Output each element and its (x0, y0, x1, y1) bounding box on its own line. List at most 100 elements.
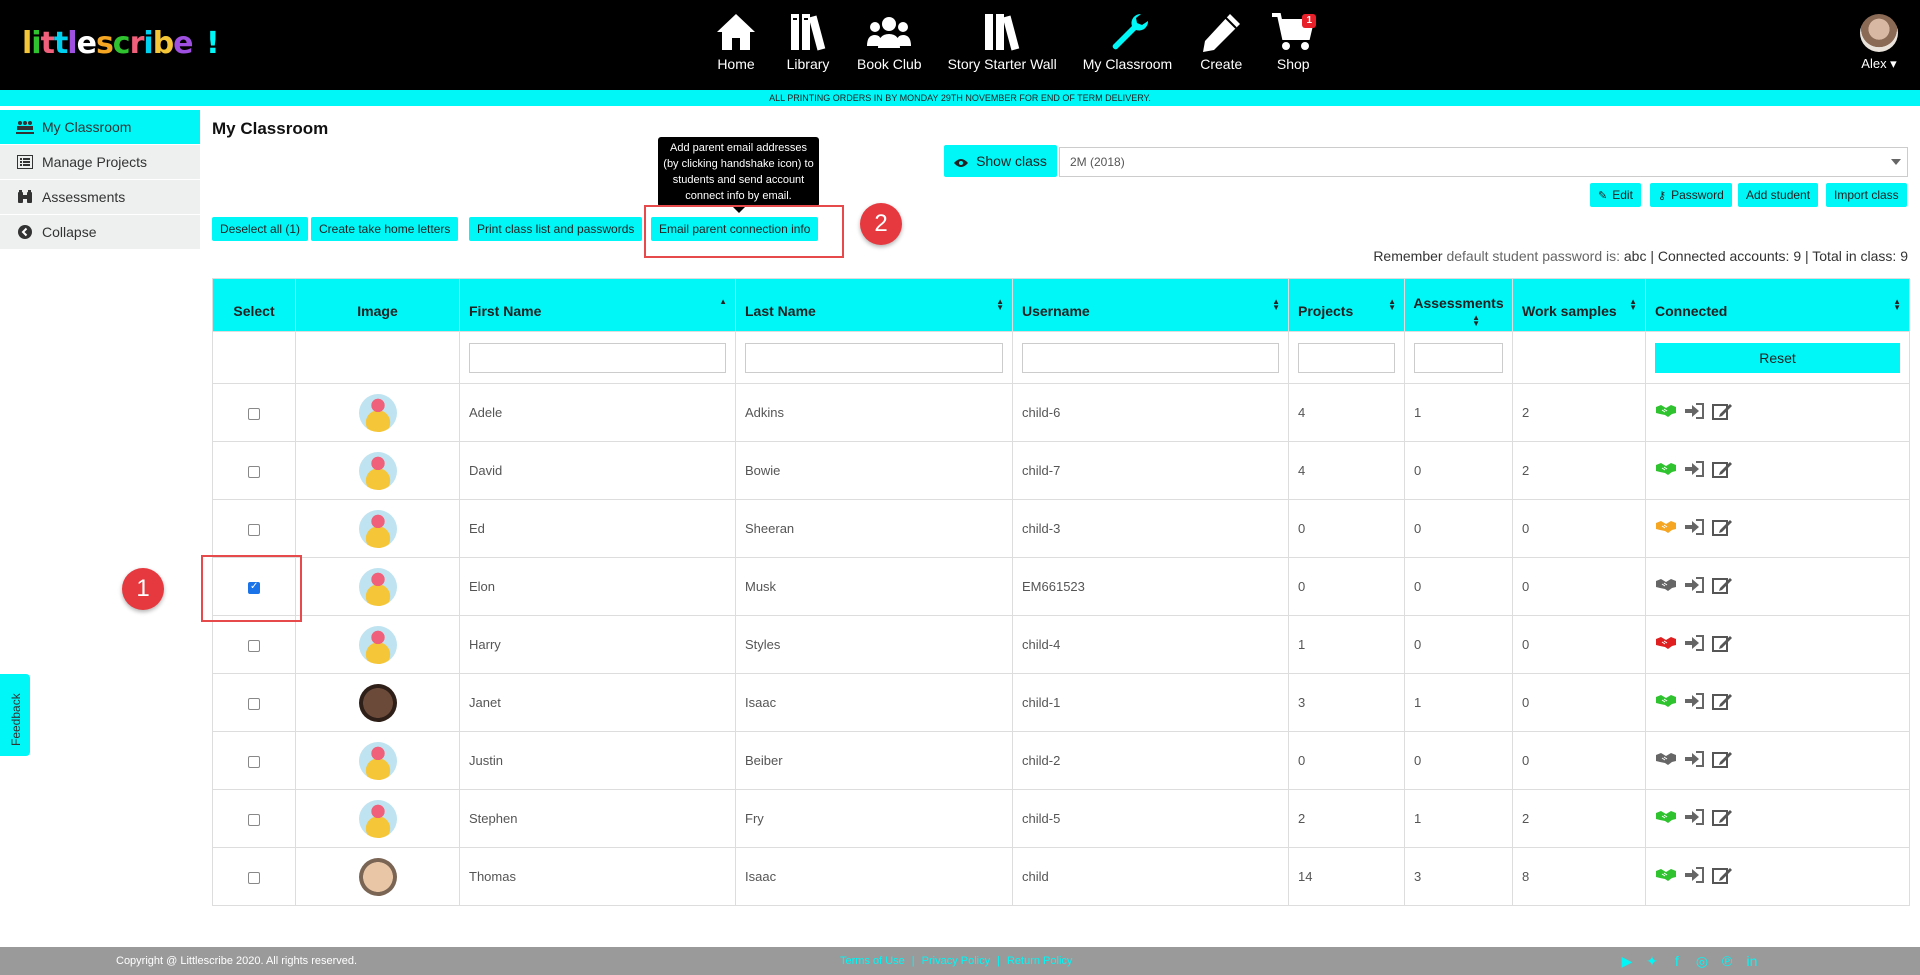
feedback-tab[interactable]: Feedback (0, 674, 30, 756)
select-cell (212, 383, 296, 442)
header-first-name[interactable]: First Name ▲ (459, 278, 736, 332)
sidebar-item-collapse[interactable]: Collapse (0, 215, 200, 250)
edit-icon[interactable] (1711, 750, 1733, 768)
projects-filter-input[interactable] (1298, 342, 1395, 373)
handshake-icon[interactable] (1655, 866, 1677, 884)
sidebar-item-my-classroom[interactable]: My Classroom (0, 110, 200, 145)
print-class-list-button[interactable]: Print class list and passwords (469, 217, 643, 241)
first-name-cell: David (459, 441, 736, 500)
edit-icon[interactable] (1711, 808, 1733, 826)
sign-in-icon[interactable] (1683, 866, 1705, 884)
assessments-cell: 0 (1404, 441, 1513, 500)
nav-my-classroom[interactable]: My Classroom (1083, 10, 1172, 72)
create-take-home-letters-button[interactable]: Create take home letters (311, 217, 459, 241)
littlescribe-logo[interactable]: littlescribe ! (22, 26, 220, 61)
sidebar-item-manage-projects[interactable]: Manage Projects (0, 145, 200, 180)
header-projects[interactable]: Projects ▲ ▼ (1288, 278, 1405, 332)
edit-icon[interactable] (1711, 692, 1733, 710)
first-name-filter-input[interactable] (469, 342, 726, 373)
username-cell: child-4 (1012, 615, 1289, 674)
table-header-row: Select Image First Name ▲ Last Name ▲ ▼ Use… (212, 278, 1910, 332)
select-checkbox[interactable] (248, 465, 260, 478)
class-select[interactable]: 2M (2018) (1059, 147, 1908, 177)
edit-icon[interactable] (1711, 866, 1733, 884)
library-icon (791, 14, 826, 51)
handshake-icon[interactable] (1655, 460, 1677, 478)
deselect-all-button[interactable]: Deselect all (1) (212, 217, 309, 241)
select-checkbox[interactable] (248, 871, 260, 884)
table-row: Ed Sheeran child-3 0 0 0 (212, 499, 1910, 558)
edit-icon[interactable] (1711, 576, 1733, 594)
username-cell: EM661523 (1012, 557, 1289, 616)
last-name-filter-input[interactable] (745, 342, 1003, 373)
nav-story-starter-wall[interactable]: Story Starter Wall (948, 10, 1057, 72)
privacy-link[interactable]: Privacy Policy (922, 955, 990, 967)
sign-in-icon[interactable] (1683, 750, 1705, 768)
select-checkbox[interactable] (248, 755, 260, 768)
sign-in-icon[interactable] (1683, 692, 1705, 710)
select-checkbox[interactable] (248, 697, 260, 710)
handshake-icon[interactable] (1655, 750, 1677, 768)
nav-create[interactable]: Create (1198, 10, 1244, 72)
sign-in-icon[interactable] (1683, 518, 1705, 536)
handshake-icon[interactable] (1655, 692, 1677, 710)
select-checkbox[interactable] (248, 639, 260, 652)
edit-icon[interactable] (1711, 460, 1733, 478)
reset-filters-button[interactable]: Reset (1655, 342, 1900, 373)
linkedin-icon[interactable]: in (1744, 953, 1760, 969)
image-cell (295, 731, 460, 790)
sign-in-icon[interactable] (1683, 402, 1705, 420)
return-policy-link[interactable]: Return Policy (1007, 955, 1072, 967)
instagram-icon[interactable]: ◎ (1694, 953, 1710, 969)
student-avatar (358, 625, 397, 664)
select-checkbox[interactable] (248, 523, 260, 536)
header-connected[interactable]: Connected ▲ ▼ (1645, 278, 1910, 332)
select-cell (212, 847, 296, 906)
add-student-button[interactable]: Add student (1738, 183, 1819, 207)
sidebar-item-assessments[interactable]: Assessments (0, 180, 200, 215)
assessments-filter-input[interactable] (1414, 342, 1503, 373)
image-cell (295, 557, 460, 616)
nav-shop[interactable]: 1 Shop (1270, 10, 1317, 72)
handshake-icon[interactable] (1655, 576, 1677, 594)
show-class-button[interactable]: Show class (944, 145, 1057, 177)
annotation-box-1 (201, 555, 302, 622)
handshake-icon[interactable] (1655, 634, 1677, 652)
sort-icon: ▲ ▼ (1893, 297, 1901, 312)
handshake-icon[interactable] (1655, 518, 1677, 536)
sign-in-icon[interactable] (1683, 460, 1705, 478)
annotation-box-2 (644, 205, 844, 258)
sign-in-icon[interactable] (1683, 808, 1705, 826)
user-menu[interactable]: Alex ▾ (1860, 14, 1898, 72)
edit-button[interactable]: ✎ Edit (1590, 183, 1641, 207)
pinterest-icon[interactable]: ℗ (1719, 953, 1735, 969)
username-filter-input[interactable] (1022, 342, 1279, 373)
handshake-icon[interactable] (1655, 808, 1677, 826)
header-last-name[interactable]: Last Name ▲ ▼ (735, 278, 1013, 332)
terms-link[interactable]: Terms of Use (840, 955, 905, 967)
edit-icon[interactable] (1711, 518, 1733, 536)
header-work-samples[interactable]: Work samples ▲ ▼ (1512, 278, 1646, 332)
sign-in-icon[interactable] (1683, 576, 1705, 594)
import-class-button[interactable]: Import class (1826, 183, 1907, 207)
assessments-cell: 0 (1404, 731, 1513, 790)
youtube-icon[interactable]: ▶ (1619, 953, 1635, 969)
edit-icon[interactable] (1711, 634, 1733, 652)
nav-book-club[interactable]: Book Club (857, 10, 922, 72)
password-button[interactable]: ⚷ Password (1650, 183, 1732, 207)
edit-icon[interactable] (1711, 402, 1733, 420)
handshake-icon[interactable] (1655, 402, 1677, 420)
select-checkbox[interactable] (248, 813, 260, 826)
sign-in-icon[interactable] (1683, 634, 1705, 652)
select-checkbox[interactable] (248, 407, 260, 420)
last-name-cell: Bowie (735, 441, 1013, 500)
students-table-wrapper: Select Image First Name ▲ Last Name ▲ ▼ Use… (212, 278, 1910, 906)
nav-home[interactable]: Home (713, 10, 759, 72)
twitter-icon[interactable]: ✦ (1644, 953, 1660, 969)
nav-library[interactable]: Library (785, 10, 831, 72)
facebook-icon[interactable]: f (1669, 953, 1685, 969)
header-username[interactable]: Username ▲ ▼ (1012, 278, 1289, 332)
connected-accounts-label: | Connected accounts: (1650, 248, 1790, 264)
header-assessments[interactable]: Assessments ▲ ▼ (1404, 278, 1513, 332)
table-row: Justin Beiber child-2 0 0 0 (212, 731, 1910, 790)
